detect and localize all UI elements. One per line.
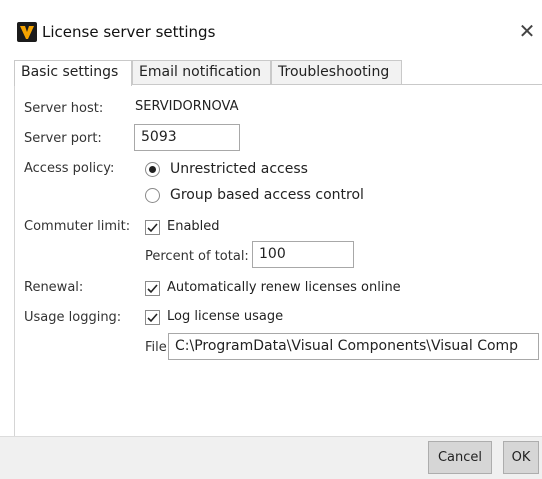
auto-renew-label: Automatically renew licenses online [167,280,401,295]
server-port-input[interactable]: 5093 [134,124,240,151]
server-host-label: Server host: [24,101,104,116]
unrestricted-access-radio[interactable] [145,162,160,177]
checkmark-icon [147,284,158,294]
access-policy-label: Access policy: [24,161,115,176]
checkmark-icon [147,223,158,233]
log-file-path-input[interactable]: C:\ProgramData\Visual Components\Visual … [168,333,539,360]
ok-button[interactable]: OK [503,441,539,474]
server-host-value: SERVIDORNOVA [135,99,239,114]
server-port-label: Server port: [24,131,102,146]
tab-troubleshooting[interactable]: Troubleshooting [271,60,402,85]
renewal-label: Renewal: [24,280,84,295]
checkmark-icon [147,313,158,323]
license-server-settings-dialog: License server settings ✕ Basic settings… [0,0,542,479]
group-based-access-label: Group based access control [170,187,364,203]
unrestricted-access-label: Unrestricted access [170,161,308,177]
group-based-access-radio[interactable] [145,188,160,203]
log-license-usage-label: Log license usage [167,309,284,324]
auto-renew-checkbox[interactable] [145,281,160,296]
commuter-enabled-label: Enabled [167,219,220,234]
cancel-button[interactable]: Cancel [428,441,492,474]
visual-components-logo-icon [17,22,37,42]
commuter-limit-label: Commuter limit: [24,219,131,234]
percent-of-total-label: Percent of total: [145,249,249,264]
tab-panel-left-border [14,84,15,436]
title-bar[interactable]: License server settings ✕ [0,0,542,56]
usage-logging-label: Usage logging: [24,310,122,325]
close-icon[interactable]: ✕ [516,19,538,43]
window-title: License server settings [42,23,216,41]
commuter-enabled-checkbox[interactable] [145,220,160,235]
log-license-usage-checkbox[interactable] [145,310,160,325]
tab-strip: Basic settings Email notification Troubl… [14,60,542,86]
tab-email-notification[interactable]: Email notification [132,60,271,85]
percent-of-total-input[interactable]: 100 [252,241,354,268]
tab-basic-settings[interactable]: Basic settings [14,60,132,86]
